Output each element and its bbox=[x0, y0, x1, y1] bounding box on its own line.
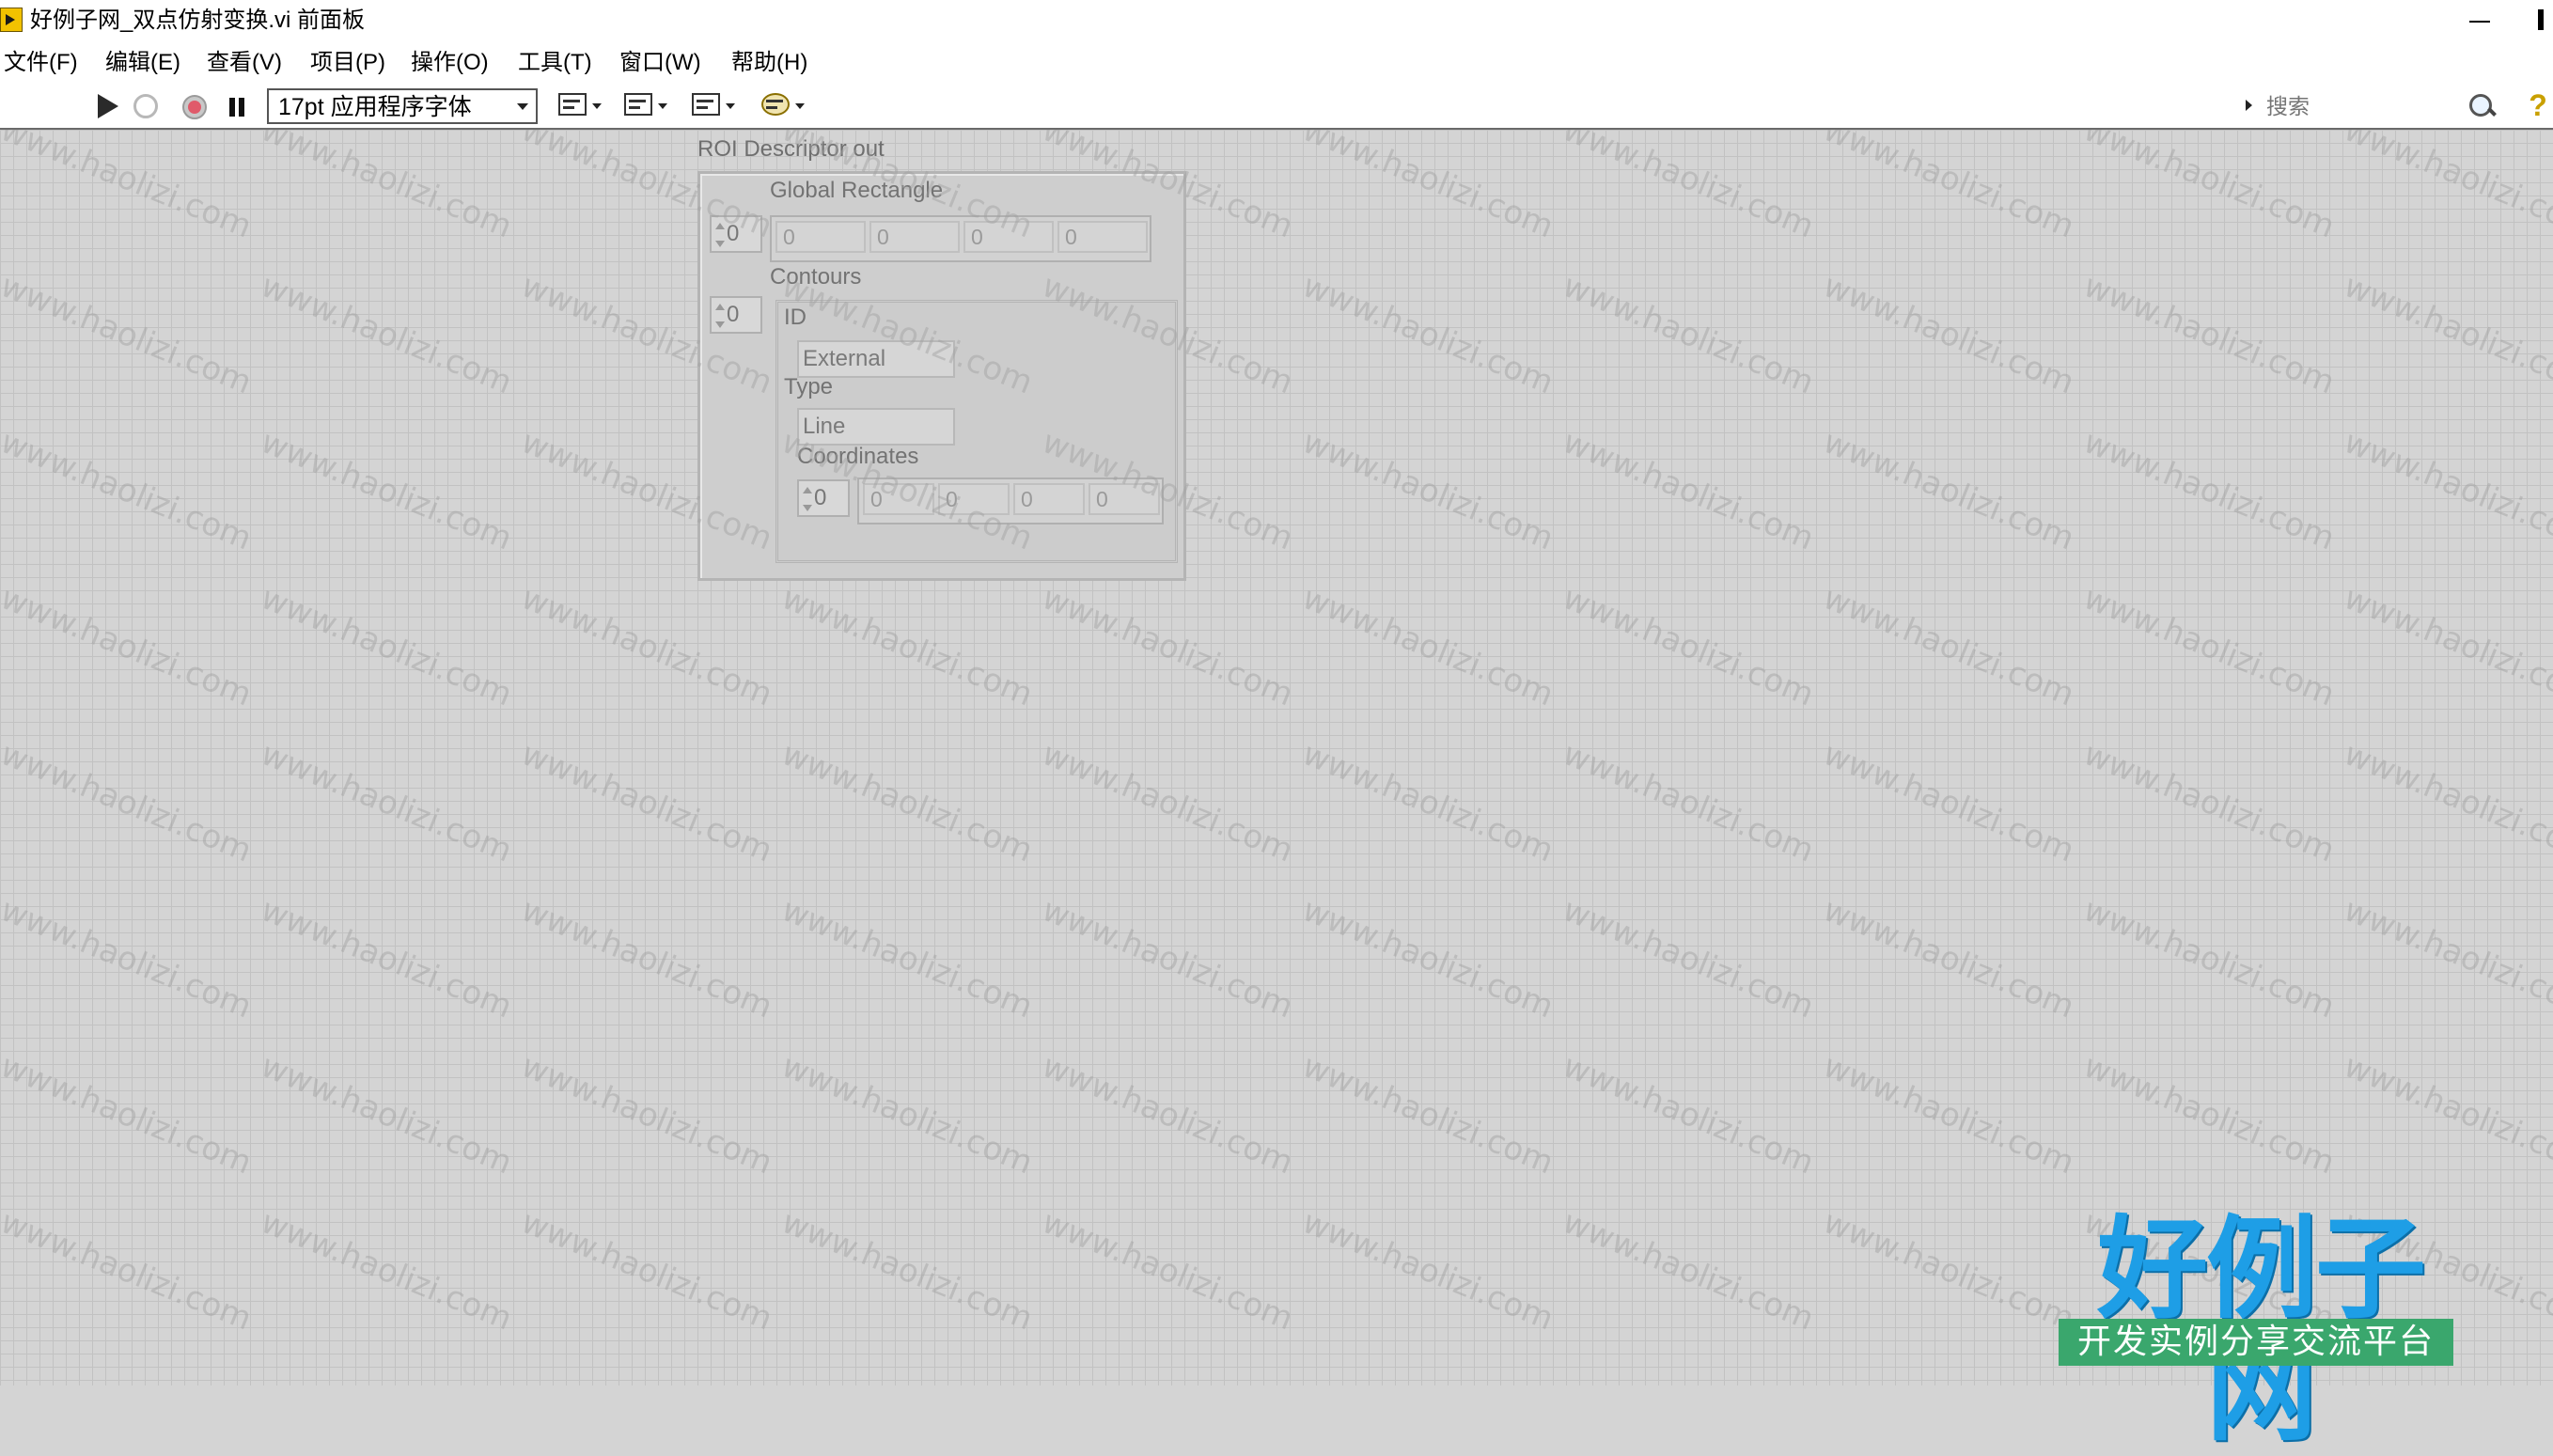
index-stepper-icon[interactable] bbox=[715, 304, 725, 328]
window-title: 好例子网_双点仿射变换.vi 前面板 bbox=[30, 8, 366, 33]
menu-project[interactable]: 项目(P) bbox=[310, 49, 385, 77]
global-rectangle-label: Global Rectangle bbox=[770, 178, 944, 203]
title-bar: 好例子网_双点仿射变换.vi 前面板 bbox=[0, 0, 2553, 41]
global-rectangle-element: 0 bbox=[775, 221, 866, 253]
chevron-right-icon[interactable] bbox=[2246, 100, 2252, 111]
front-panel-canvas[interactable] bbox=[0, 130, 2553, 1386]
index-stepper-icon[interactable] bbox=[715, 223, 725, 247]
font-select-value: 17pt 应用程序字体 bbox=[278, 94, 472, 120]
chevron-down-icon bbox=[795, 103, 805, 109]
menu-file[interactable]: 文件(F) bbox=[4, 49, 78, 77]
coordinates-index[interactable]: 0 bbox=[797, 479, 850, 517]
chevron-down-icon bbox=[592, 103, 602, 109]
coordinate-element: 0 bbox=[863, 483, 934, 515]
menu-view[interactable]: 查看(V) bbox=[207, 49, 282, 77]
reorder-icon bbox=[761, 93, 790, 116]
resize-objects-icon bbox=[692, 93, 720, 116]
distribute-objects-button[interactable] bbox=[622, 90, 671, 120]
contour-cluster: ID External Type Line Coordinates 0 0 0 … bbox=[775, 300, 1178, 563]
contours-label: Contours bbox=[770, 264, 862, 290]
logo-subtitle: 开发实例分享交流平台 bbox=[2059, 1319, 2453, 1366]
roi-descriptor-label: ROI Descriptor out bbox=[697, 136, 885, 162]
pause-icon[interactable] bbox=[226, 92, 250, 122]
contour-type-label: Type bbox=[784, 374, 834, 399]
search-input[interactable] bbox=[2264, 90, 2447, 122]
chevron-down-icon bbox=[517, 103, 528, 110]
site-logo: 好例子网 开发实例分享交流平台 bbox=[2049, 1208, 2472, 1452]
contour-id-value: External bbox=[797, 340, 955, 378]
menu-tools[interactable]: 工具(T) bbox=[518, 49, 592, 77]
global-rectangle-element: 0 bbox=[1057, 221, 1148, 253]
menu-operate[interactable]: 操作(O) bbox=[411, 49, 489, 77]
contour-id-label: ID bbox=[784, 305, 807, 330]
align-objects-icon bbox=[558, 93, 587, 116]
run-arrow-icon[interactable] bbox=[94, 92, 124, 122]
maximize-button[interactable] bbox=[2538, 9, 2544, 30]
global-rectangle-index[interactable]: 0 bbox=[710, 215, 762, 253]
contour-type-value: Line bbox=[797, 408, 955, 446]
index-stepper-icon[interactable] bbox=[803, 487, 812, 511]
menu-help[interactable]: 帮助(H) bbox=[731, 49, 807, 77]
coordinate-element: 0 bbox=[938, 483, 1010, 515]
font-select[interactable]: 17pt 应用程序字体 bbox=[267, 88, 538, 124]
align-objects-button[interactable] bbox=[556, 90, 605, 120]
search-box bbox=[2242, 88, 2486, 124]
coordinate-element: 0 bbox=[1013, 483, 1085, 515]
resize-objects-button[interactable] bbox=[690, 90, 739, 120]
menu-window[interactable]: 窗口(W) bbox=[619, 49, 701, 77]
distribute-objects-icon bbox=[624, 93, 652, 116]
help-icon[interactable]: ? bbox=[2523, 86, 2553, 124]
run-continuously-icon[interactable] bbox=[132, 92, 164, 122]
chevron-down-icon bbox=[658, 103, 667, 109]
coordinates-label: Coordinates bbox=[797, 444, 919, 469]
abort-icon[interactable] bbox=[179, 92, 211, 122]
reorder-button[interactable] bbox=[760, 90, 808, 120]
chevron-down-icon bbox=[726, 103, 735, 109]
minimize-button[interactable] bbox=[2458, 4, 2505, 38]
search-icon[interactable] bbox=[2466, 90, 2498, 122]
global-rectangle-array: 0 0 0 0 bbox=[770, 215, 1151, 262]
menu-bar: 文件(F) 编辑(E) 查看(V) 项目(P) 操作(O) 工具(T) 窗口(W… bbox=[0, 41, 2553, 86]
roi-descriptor-cluster[interactable]: Global Rectangle 0 0 0 0 0 Contours 0 ID… bbox=[697, 171, 1186, 581]
labview-vi-icon[interactable] bbox=[0, 8, 23, 32]
coordinates-array: 0 0 0 0 bbox=[857, 478, 1164, 524]
global-rectangle-element: 0 bbox=[963, 221, 1054, 253]
coordinate-element: 0 bbox=[1089, 483, 1160, 515]
menu-edit[interactable]: 编辑(E) bbox=[105, 49, 180, 77]
global-rectangle-element: 0 bbox=[869, 221, 960, 253]
contours-index[interactable]: 0 bbox=[710, 296, 762, 334]
